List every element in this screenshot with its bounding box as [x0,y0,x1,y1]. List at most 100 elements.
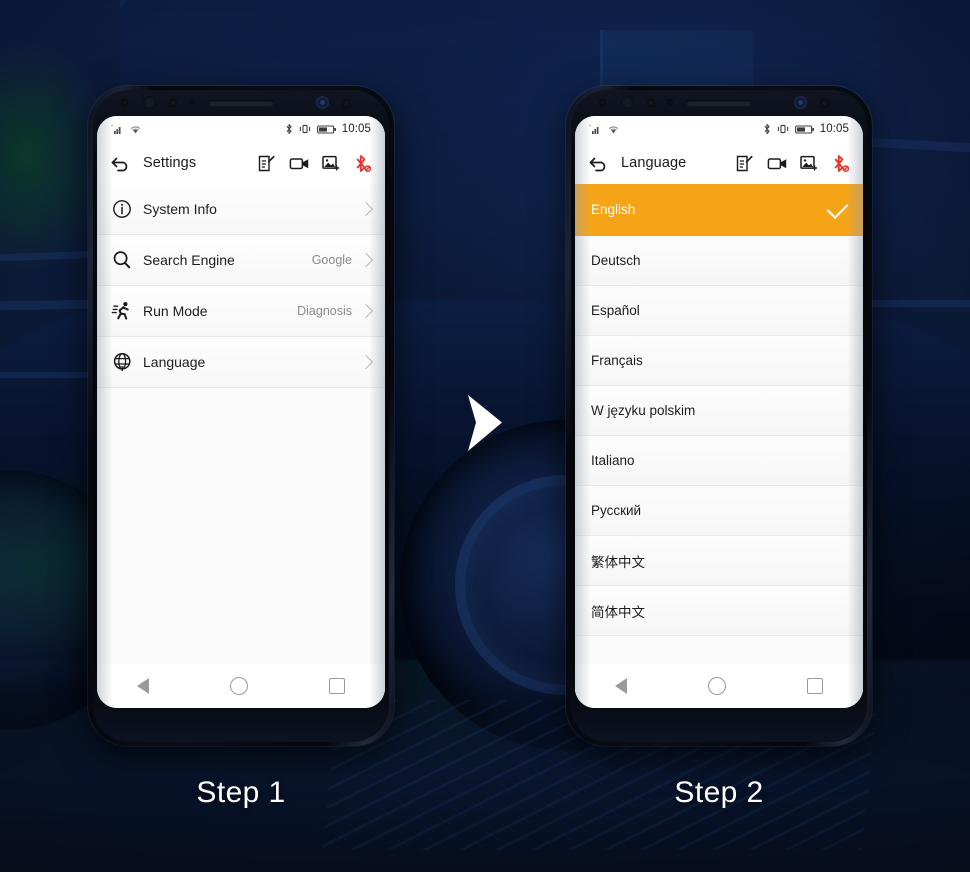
phone-step-2: " 10:05 Language English Deutsch Español… [566,86,872,746]
note-icon[interactable] [257,154,276,173]
language-item[interactable]: Français [575,336,863,386]
phone-sensor-strip [575,90,863,116]
chevron-right-icon [358,354,374,370]
chevron-right-icon [358,303,374,319]
settings-row-label: Search Engine [143,252,235,268]
settings-row-value: Diagnosis [297,304,352,318]
language-item[interactable]: Deutsch [575,236,863,286]
search-icon [111,249,133,271]
language-label: Español [591,303,640,318]
bluetooth-icon [763,123,771,135]
status-bar-left: " [111,124,142,135]
status-bar-right: 10:05 [285,123,371,135]
vibrate-icon [298,123,312,135]
chevron-right-icon [358,252,374,268]
language-item[interactable]: W języku polskim [575,386,863,436]
video-record-icon[interactable] [289,154,309,173]
language-label: English [591,202,636,217]
app-toolbar: Language [575,142,863,184]
settings-row-run-mode[interactable]: Run Mode Diagnosis [97,286,385,337]
list-empty-area [97,388,385,678]
toolbar-actions [735,154,850,173]
settings-row-label: Run Mode [143,303,208,319]
language-label: Русский [591,503,642,518]
proximity-sensor-icon [621,96,634,109]
screenshot-icon[interactable] [321,154,340,173]
phone-sensor-strip [97,90,385,116]
phone-screen: " [97,116,385,708]
toolbar-actions [257,154,372,173]
nav-back-icon[interactable] [137,678,150,694]
sensor-dot-icon [599,99,606,106]
step-1-caption: Step 1 [196,776,286,809]
status-bar: " 10:05 [575,116,863,142]
runner-icon [111,300,133,322]
nav-back-icon[interactable] [615,678,628,694]
right-chevron-icon [462,392,508,454]
nav-recents-icon[interactable] [806,678,823,694]
note-icon[interactable] [735,154,754,173]
sensor-dot-icon [121,99,128,106]
android-nav-bar [575,664,863,708]
phone-step-1: " 10:05 Settings System Info Search Engi… [88,86,394,746]
language-item[interactable]: 繁体中文 [575,536,863,586]
earpiece-speaker [208,100,274,106]
settings-row-search-engine[interactable]: Search Engine Google [97,235,385,286]
status-bar: " 10:05 [97,116,385,142]
check-icon [826,196,849,219]
status-bar-right: 10:05 [763,123,849,135]
screenshot-icon[interactable] [799,154,818,173]
android-nav-bar [97,664,385,708]
wifi-icon [607,124,620,135]
battery-icon [316,124,337,135]
language-label: Deutsch [591,253,641,268]
back-arrow-icon[interactable] [588,154,610,172]
battery-icon [794,124,815,135]
earpiece-speaker [686,100,752,106]
language-label: Français [591,353,643,368]
settings-row-system-info[interactable]: System Info [97,184,385,235]
step-2-caption: Step 2 [674,776,764,809]
front-camera-icon [794,96,807,109]
status-bar-clock: 10:05 [341,123,371,135]
status-bar-clock: 10:05 [819,123,849,135]
language-label: Italiano [591,453,635,468]
settings-row-value: Google [311,253,352,267]
globe-icon [111,351,133,373]
proximity-sensor-icon [143,96,156,109]
page-title: Settings [143,155,197,171]
bluetooth-icon [285,123,293,135]
signal-bars-icon: " [589,124,603,135]
language-item[interactable]: Español [575,286,863,336]
status-bar-left: " [589,124,620,135]
sensor-dot-icon [667,99,673,105]
info-circle-icon [111,198,133,220]
bluetooth-disconnected-icon[interactable] [831,154,850,173]
settings-list: System Info Search Engine Google Run Mod… [97,184,385,678]
language-label: W języku polskim [591,403,696,418]
back-arrow-icon[interactable] [110,154,132,172]
nav-home-icon[interactable] [707,677,726,695]
nav-recents-icon[interactable] [328,678,345,694]
video-record-icon[interactable] [767,154,787,173]
svg-text:": " [111,125,113,131]
chevron-right-icon [358,201,374,217]
nav-home-icon[interactable] [229,677,248,695]
language-item[interactable]: Русский [575,486,863,536]
sensor-dot-icon [189,99,195,105]
language-item[interactable]: Italiano [575,436,863,486]
sensor-dot-icon [647,99,655,107]
wifi-icon [129,124,142,135]
language-item[interactable]: 简体中文 [575,586,863,636]
vibrate-icon [776,123,790,135]
app-toolbar: Settings [97,142,385,184]
sensor-dot-icon [169,99,177,107]
phone-screen: " [575,116,863,708]
settings-row-label: System Info [143,201,217,217]
settings-row-language[interactable]: Language [97,337,385,388]
svg-text:": " [589,125,591,131]
language-list: English Deutsch Español Français W język… [575,184,863,708]
language-item-selected[interactable]: English [575,184,863,236]
page-title: Language [621,155,687,171]
bluetooth-disconnected-icon[interactable] [353,154,372,173]
